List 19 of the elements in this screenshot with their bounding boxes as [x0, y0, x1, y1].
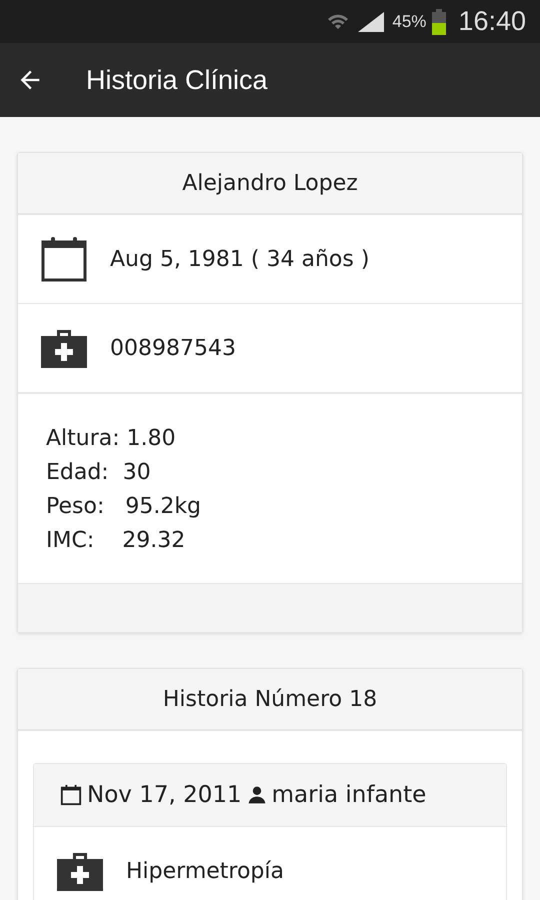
screen-title: Historia Clínica	[86, 64, 268, 96]
stat-line: IMC: 29.32	[46, 527, 186, 555]
stat-line: Altura: 1.80	[46, 425, 177, 453]
entry-date: Nov 17, 2011	[87, 782, 242, 808]
birth-date: Aug 5, 1981 ( 34 años )	[110, 246, 370, 272]
stat-line: Edad: 30	[46, 459, 152, 487]
clock: 16:40	[458, 6, 526, 37]
person-icon	[246, 785, 267, 805]
diagnosis: Hipermetropía	[126, 858, 284, 884]
calendar-icon	[60, 784, 82, 806]
patient-name: Alejandro Lopez	[18, 153, 522, 215]
entry-author: maria infante	[272, 782, 426, 808]
history-title: Historia Número 18	[18, 669, 522, 731]
calendar-icon	[40, 235, 88, 283]
battery-icon	[432, 8, 446, 34]
signal-icon	[356, 10, 386, 34]
record-number: 008987543	[110, 336, 236, 360]
battery-percent: 45%	[392, 12, 426, 32]
stat-line: Peso: 95.2kg	[46, 493, 202, 521]
